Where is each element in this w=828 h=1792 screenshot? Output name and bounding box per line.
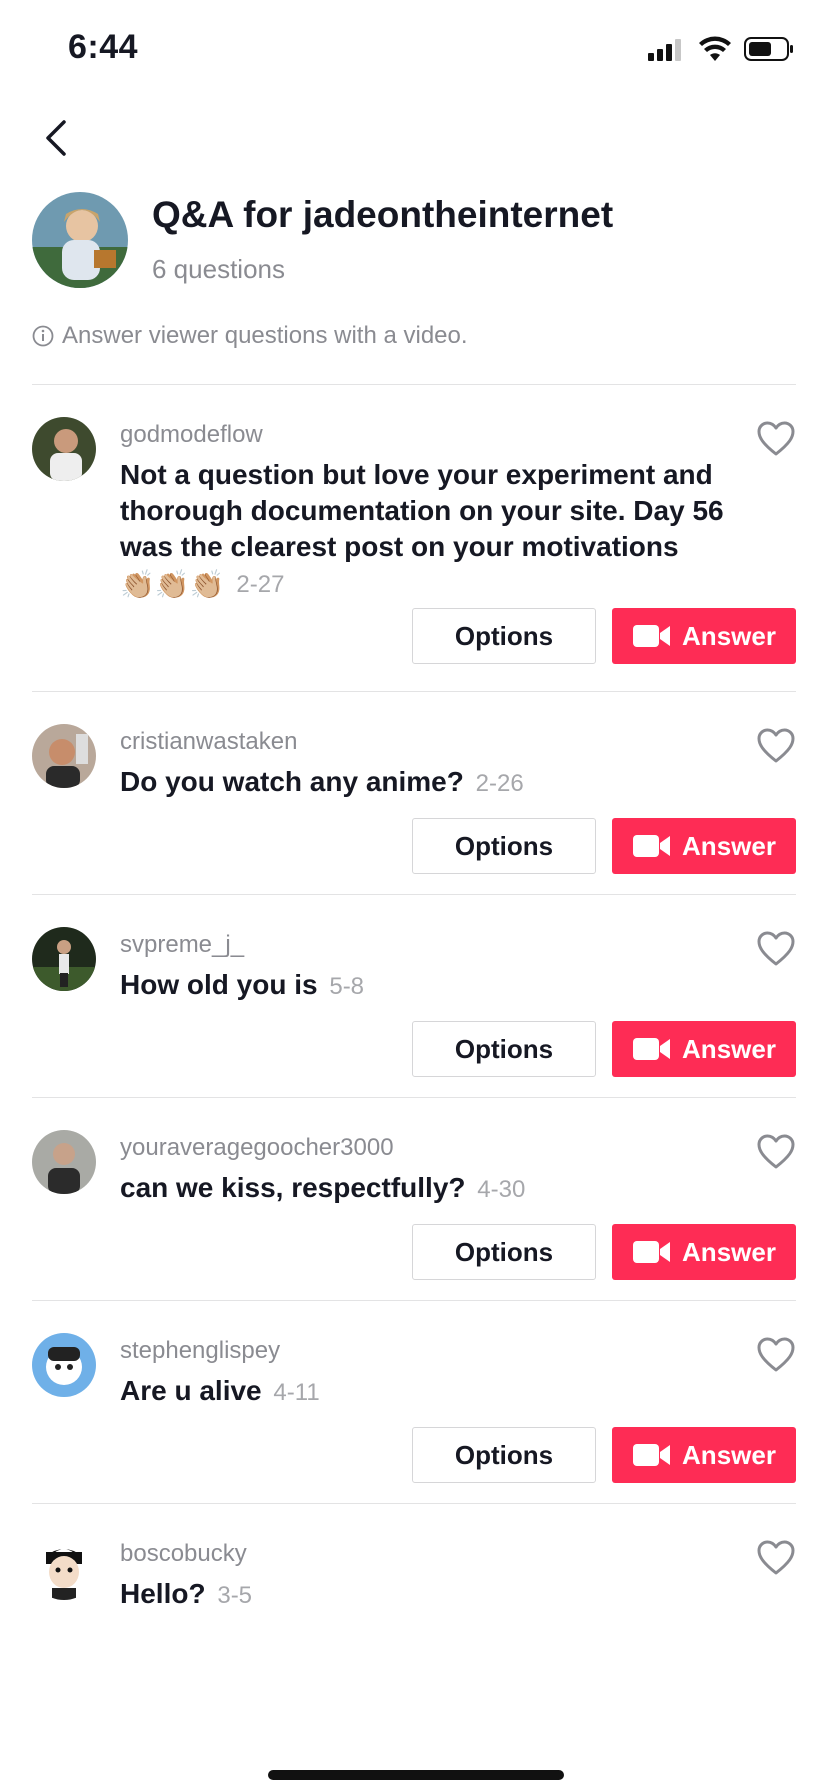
question-body: Not a question but love your experiment …: [120, 459, 724, 562]
question-body: can we kiss, respectfully?: [120, 1172, 466, 1203]
question-date: 5-8: [329, 973, 365, 1000]
question-username[interactable]: boscobucky: [120, 1540, 247, 1568]
battery-icon: [744, 37, 793, 61]
question-actions: Options Answer: [412, 1427, 796, 1483]
question-body: Do you watch any anime?: [120, 766, 464, 797]
answer-button[interactable]: Answer: [612, 818, 796, 874]
question-text: Hello? 3-5: [120, 1576, 730, 1614]
status-icons: [646, 36, 794, 62]
video-camera-icon: [633, 625, 671, 647]
question-item: stephenglispey Are u alive 4-11 Options …: [32, 1301, 796, 1503]
info-icon: [32, 325, 54, 347]
back-button[interactable]: [28, 110, 84, 166]
avatar[interactable]: [32, 417, 96, 481]
question-date: 2-27: [236, 571, 285, 598]
answer-button[interactable]: Answer: [612, 1224, 796, 1280]
answer-label: Answer: [682, 1439, 776, 1470]
question-date: 4-11: [273, 1379, 320, 1406]
question-body: Hello?: [120, 1578, 206, 1609]
back-icon: [46, 120, 66, 156]
options-button[interactable]: Options: [412, 1224, 596, 1280]
avatar[interactable]: [32, 724, 96, 788]
heart-icon: [757, 421, 795, 456]
answer-label: Answer: [682, 830, 776, 861]
question-item: boscobucky Hello? 3-5: [32, 1504, 796, 1644]
like-button[interactable]: [756, 1335, 796, 1375]
question-item: svpreme_j_ How old you is 5-8 Options An…: [32, 895, 796, 1097]
status-bar: 6:44: [0, 0, 828, 100]
heart-icon: [757, 728, 795, 763]
like-button[interactable]: [756, 1538, 796, 1578]
heart-icon: [757, 931, 795, 966]
answer-button[interactable]: Answer: [612, 1427, 796, 1483]
question-text: can we kiss, respectfully? 4-30: [120, 1170, 730, 1208]
info-hint: Answer viewer questions with a video.: [32, 322, 468, 350]
video-camera-icon: [633, 1241, 671, 1263]
like-button[interactable]: [756, 1132, 796, 1172]
question-username[interactable]: cristianwastaken: [120, 728, 297, 756]
heart-icon: [757, 1540, 795, 1575]
question-actions: Options Answer: [412, 818, 796, 874]
options-button[interactable]: Options: [412, 608, 596, 664]
answer-button[interactable]: Answer: [612, 608, 796, 664]
question-username[interactable]: youraveragegoocher3000: [120, 1134, 394, 1162]
video-camera-icon: [633, 835, 671, 857]
options-button[interactable]: Options: [412, 1021, 596, 1077]
question-date: 2-26: [475, 770, 524, 797]
heart-icon: [757, 1134, 795, 1169]
video-camera-icon: [633, 1038, 671, 1060]
home-indicator[interactable]: [268, 1770, 564, 1780]
answer-button[interactable]: Answer: [612, 1021, 796, 1077]
question-item: cristianwastaken Do you watch any anime?…: [32, 692, 796, 894]
page-title: Q&A for jadeontheinternet: [152, 194, 614, 235]
question-body: Are u alive: [120, 1375, 262, 1406]
video-camera-icon: [633, 1444, 671, 1466]
like-button[interactable]: [756, 726, 796, 766]
question-actions: Options Answer: [412, 1224, 796, 1280]
answer-label: Answer: [682, 1236, 776, 1267]
avatar[interactable]: [32, 1536, 96, 1600]
options-button[interactable]: Options: [412, 1427, 596, 1483]
question-text: How old you is 5-8: [120, 967, 730, 1005]
wifi-icon: [699, 36, 731, 61]
avatar[interactable]: [32, 1333, 96, 1397]
question-username[interactable]: svpreme_j_: [120, 931, 244, 959]
clap-emoji: 👏🏼👏🏼👏🏼: [120, 568, 225, 600]
creator-avatar[interactable]: [32, 192, 128, 288]
question-date: 3-5: [217, 1582, 253, 1609]
signal-icon: [648, 39, 681, 61]
question-date: 4-30: [477, 1176, 526, 1203]
like-button[interactable]: [756, 419, 796, 459]
question-text: Do you watch any anime? 2-26: [120, 764, 730, 802]
options-button[interactable]: Options: [412, 818, 596, 874]
info-text: Answer viewer questions with a video.: [62, 322, 468, 349]
like-button[interactable]: [756, 929, 796, 969]
question-list: godmodeflow Not a question but love your…: [32, 384, 796, 1644]
question-item: youraveragegoocher3000 can we kiss, resp…: [32, 1098, 796, 1300]
question-username[interactable]: godmodeflow: [120, 421, 263, 449]
answer-label: Answer: [682, 1033, 776, 1064]
avatar[interactable]: [32, 927, 96, 991]
answer-label: Answer: [682, 620, 776, 651]
heart-icon: [757, 1337, 795, 1372]
question-actions: Options Answer: [412, 608, 796, 664]
question-count: 6 questions: [152, 254, 285, 284]
avatar[interactable]: [32, 1130, 96, 1194]
qa-header: Q&A for jadeontheinternet 6 questions: [32, 192, 796, 292]
question-actions: Options Answer: [412, 1021, 796, 1077]
question-text: Not a question but love your experiment …: [120, 457, 730, 603]
question-item: godmodeflow Not a question but love your…: [32, 385, 796, 691]
status-time: 6:44: [68, 28, 139, 66]
question-username[interactable]: stephenglispey: [120, 1337, 280, 1365]
question-text: Are u alive 4-11: [120, 1373, 730, 1411]
question-body: How old you is: [120, 969, 318, 1000]
